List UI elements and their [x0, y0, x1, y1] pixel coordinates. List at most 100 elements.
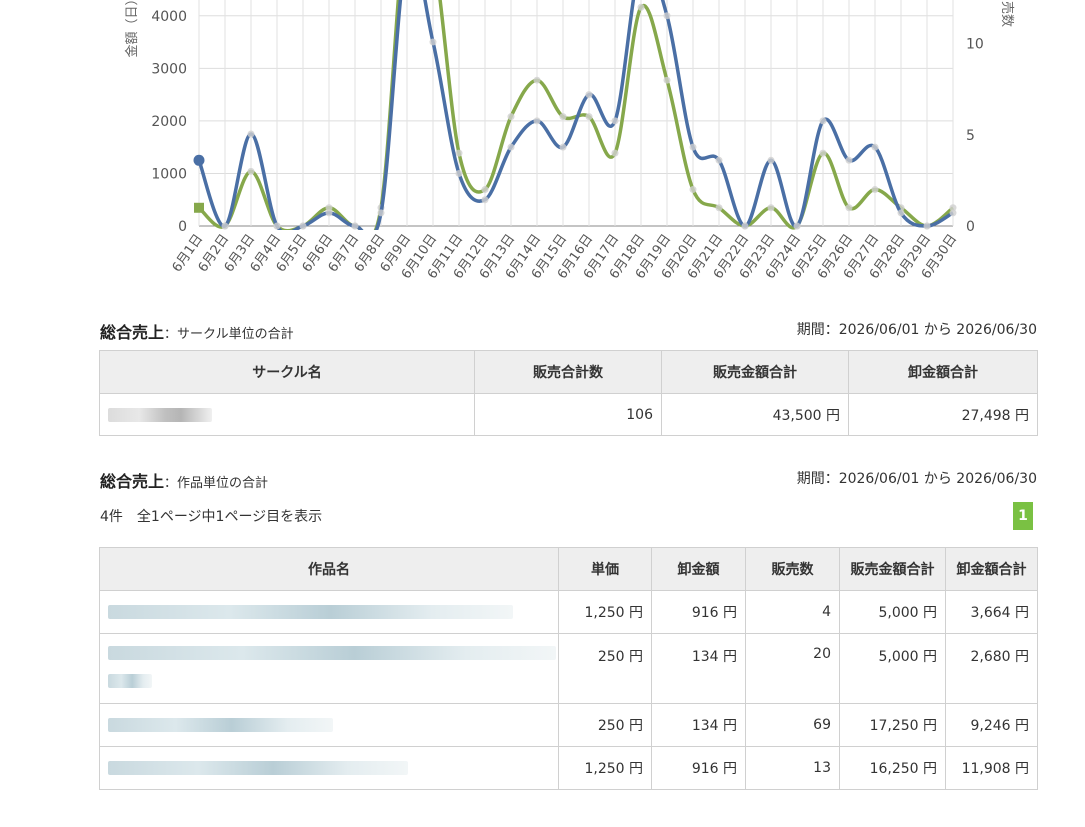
- y-tick-left: 2000: [151, 114, 187, 130]
- data-point: [585, 91, 593, 99]
- work-name-cell: [99, 746, 559, 790]
- circle-header-row: サークル名 販売合計数 販売金額合計 卸金額合計: [99, 350, 1038, 394]
- col-unit-price: 単価: [558, 547, 652, 591]
- data-point: [351, 222, 359, 230]
- data-point: [585, 113, 593, 121]
- sales-total-cell: 5,000 円: [839, 633, 946, 704]
- data-point: [455, 169, 463, 177]
- work-period: 期間：2026/06/01 から 2026/06/30: [796, 471, 1037, 487]
- data-point: [689, 143, 697, 151]
- wholesale-total-cell: 11,908 円: [945, 746, 1038, 790]
- y-tick-left: 0: [178, 219, 187, 235]
- work-name-cell: [99, 590, 559, 634]
- table-row: 1,250 円 916 円 13 16,250 円 11,908 円: [99, 746, 1038, 790]
- table-row: 106 43,500 円 27,498 円: [99, 393, 1038, 436]
- data-point: [689, 186, 697, 194]
- data-point: [273, 222, 281, 230]
- data-point: [559, 143, 567, 151]
- wholesale-total-cell: 3,664 円: [945, 590, 1038, 634]
- redacted-circle-name: [108, 407, 212, 422]
- data-point: [533, 76, 541, 84]
- y-tick-right: 5: [966, 128, 975, 144]
- circle-section-header: 総合売上：サークル単位の合計 期間：2026/06/01 から 2026/06/…: [100, 319, 1037, 343]
- data-point: [247, 167, 255, 175]
- table-row: 250 円 134 円 20 5,000 円 2,680 円: [99, 633, 1038, 704]
- circle-table: サークル名 販売合計数 販売金額合計 卸金額合計 106 43,500 円 27…: [99, 350, 1038, 436]
- data-point: [221, 222, 229, 230]
- col-total-wholesale: 卸金額合計: [848, 350, 1038, 394]
- data-point: [715, 204, 723, 212]
- work-name-cell: [99, 703, 559, 747]
- first-point-marker: [194, 202, 204, 213]
- circle-section-title: 総合売上：サークル単位の合計: [100, 319, 294, 343]
- col-sales-count: 販売数: [745, 547, 840, 591]
- data-point: [923, 222, 931, 230]
- data-point: [637, 3, 645, 11]
- unit-price-cell: 1,250 円: [558, 590, 652, 634]
- data-point: [507, 143, 515, 151]
- data-point: [611, 149, 619, 157]
- data-point: [429, 38, 437, 46]
- data-point: [663, 76, 671, 84]
- y-tick-left: 4000: [151, 9, 187, 25]
- data-point: [611, 117, 619, 125]
- sales-chart: 0100020003000400005106月1日6月2日6月3日6月4日6月5…: [124, 0, 1015, 282]
- data-point: [507, 113, 515, 121]
- series-line: [197, 0, 954, 230]
- y-axis-right-label: 売数: [999, 1, 1015, 27]
- sales-total-cell: 16,250 円: [839, 746, 946, 790]
- circle-name-cell: [99, 393, 475, 436]
- data-point: [845, 156, 853, 164]
- col-total-sales: 販売金額合計: [661, 350, 849, 394]
- y-tick-right: 10: [966, 37, 984, 53]
- sales-count-cell: 4: [745, 590, 840, 634]
- data-point: [325, 209, 333, 217]
- data-point: [559, 113, 567, 121]
- wholesale-price-cell: 134 円: [651, 633, 746, 704]
- col-sales-total: 販売金額合計: [839, 547, 946, 591]
- work-section-header: 総合売上：作品単位の合計 期間：2026/06/01 から 2026/06/30: [100, 468, 1037, 491]
- data-point: [533, 117, 541, 125]
- data-point: [819, 149, 827, 157]
- unit-price-cell: 250 円: [558, 703, 652, 747]
- sales-count-cell: 69: [745, 703, 840, 747]
- data-point: [793, 222, 801, 230]
- wholesale-price-cell: 134 円: [651, 703, 746, 747]
- work-name-cell: [99, 633, 559, 704]
- redacted-work-name: [108, 718, 333, 732]
- data-point: [247, 130, 255, 138]
- circle-subtitle: ：サークル単位の合計: [164, 327, 294, 342]
- pagination-page-1[interactable]: 1: [1013, 502, 1033, 530]
- wholesale-price-cell: 916 円: [651, 746, 746, 790]
- chart-ticks: 0100020003000400005106月1日6月2日6月3日6月4日6月5…: [151, 9, 983, 282]
- wholesale-price-cell: 916 円: [651, 590, 746, 634]
- data-point: [871, 143, 879, 151]
- chart-series: [193, 0, 957, 230]
- table-row: 1,250 円 916 円 4 5,000 円 3,664 円: [99, 590, 1038, 634]
- data-point: [741, 222, 749, 230]
- unit-price-cell: 250 円: [558, 633, 652, 704]
- data-point: [299, 222, 307, 230]
- wholesale-total-cell: 2,680 円: [945, 633, 1038, 704]
- data-point: [481, 186, 489, 194]
- data-point: [897, 209, 905, 217]
- y-tick-left: 3000: [151, 61, 187, 77]
- data-point: [767, 156, 775, 164]
- data-point: [871, 186, 879, 194]
- circle-sales-cell: 43,500 円: [661, 393, 849, 436]
- work-title-text: 総合売上: [100, 472, 165, 491]
- circle-title-text: 総合売上: [100, 323, 165, 342]
- y-tick-right: 0: [966, 219, 975, 235]
- sales-count-cell: 13: [745, 746, 840, 790]
- first-point-marker: [193, 154, 205, 166]
- work-table: 作品名 単価 卸金額 販売数 販売金額合計 卸金額合計 1,250 円 916 …: [99, 547, 1038, 790]
- sales-total-cell: 5,000 円: [839, 590, 946, 634]
- work-header-row: 作品名 単価 卸金額 販売数 販売金額合計 卸金額合計: [99, 547, 1038, 591]
- data-point: [455, 149, 463, 157]
- circle-period: 期間：2026/06/01 から 2026/06/30: [796, 322, 1037, 338]
- circle-count-cell: 106: [474, 393, 662, 436]
- wholesale-total-cell: 9,246 円: [945, 703, 1038, 747]
- y-tick-left: 1000: [151, 166, 187, 182]
- data-point: [767, 204, 775, 212]
- redacted-work-name: [108, 605, 513, 619]
